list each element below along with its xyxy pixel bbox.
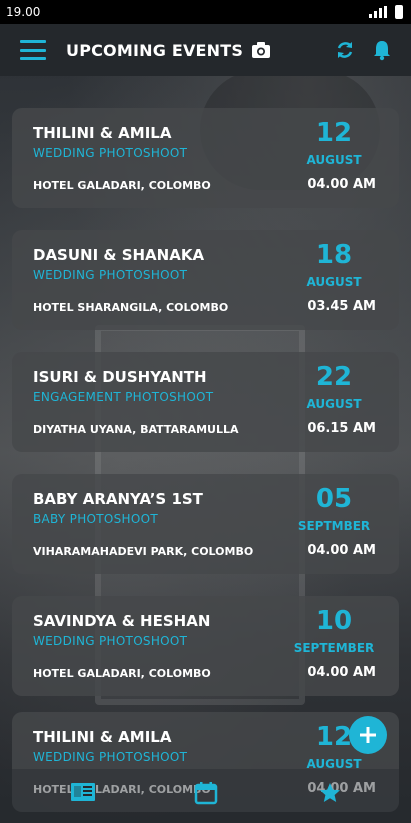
event-time: 06.15 AM [307, 421, 376, 436]
battery-icon [395, 5, 403, 19]
camera-icon [252, 42, 271, 58]
event-type: WEDDING PHOTOSHOOT [33, 634, 188, 648]
bottom-nav [0, 769, 411, 823]
event-venue: HOTEL SHARANGILA, COLOMBO [33, 301, 229, 314]
event-venue: HOTEL GALADARI, COLOMBO [33, 667, 211, 680]
event-day: 12 [315, 118, 353, 148]
app-bar: UPCOMING EVENTS [0, 24, 411, 76]
star-icon [320, 783, 340, 802]
event-card[interactable]: BABY ARANYA’S 1ST BABY PHOTOSHOOT VIHARA… [12, 474, 399, 574]
screen: 19.00 UPCOMING EVENTS THILINI & AMILA WE… [0, 0, 411, 823]
event-month: AUGUST [306, 275, 362, 289]
page-title: UPCOMING EVENTS [66, 40, 244, 60]
add-icon [360, 727, 376, 743]
event-time: 03.45 AM [307, 299, 376, 314]
event-type: ENGAGEMENT PHOTOSHOOT [33, 390, 214, 404]
event-names: BABY ARANYA’S 1ST [33, 490, 203, 508]
menu-icon[interactable] [20, 40, 46, 60]
event-names: SAVINDYA & HESHAN [33, 612, 211, 630]
event-names: DASUNI & SHANAKA [33, 246, 205, 264]
add-event-button[interactable] [349, 716, 387, 754]
event-day: 22 [315, 362, 353, 392]
event-day: 05 [315, 484, 353, 514]
nav-favorites[interactable] [318, 781, 342, 809]
event-type: BABY PHOTOSHOOT [33, 512, 159, 526]
event-venue: VIHARAMAHADEVI PARK, COLOMBO [33, 545, 254, 558]
event-month: AUGUST [306, 153, 362, 167]
event-type: WEDDING PHOTOSHOOT [33, 750, 188, 764]
status-bar: 19.00 [0, 0, 411, 24]
event-time: 04.00 AM [307, 543, 376, 558]
nav-calendar[interactable] [194, 781, 218, 809]
event-names: THILINI & AMILA [33, 728, 172, 746]
event-names: ISURI & DUSHYANTH [33, 368, 207, 386]
status-time: 19.00 [6, 5, 41, 19]
event-names: THILINI & AMILA [33, 124, 172, 142]
event-venue: DIYATHA UYANA, BATTARAMULLA [33, 423, 239, 436]
event-day: 10 [315, 606, 353, 636]
status-indicators [369, 5, 403, 19]
event-card[interactable]: ISURI & DUSHYANTH ENGAGEMENT PHOTOSHOOT … [12, 352, 399, 452]
event-card[interactable]: THILINI & AMILA WEDDING PHOTOSHOOT HOTEL… [12, 108, 399, 208]
event-month: SEPTMBER [297, 519, 371, 533]
event-venue: HOTEL GALADARI, COLOMBO [33, 179, 211, 192]
event-time: 04.00 AM [307, 177, 376, 192]
event-card[interactable]: SAVINDYA & HESHAN WEDDING PHOTOSHOOT HOT… [12, 596, 399, 696]
refresh-icon[interactable] [335, 39, 355, 61]
calendar-icon [194, 782, 218, 805]
event-month: SEPTEMBER [293, 641, 375, 655]
nav-events[interactable] [70, 781, 96, 807]
event-type: WEDDING PHOTOSHOOT [33, 268, 188, 282]
event-type: WEDDING PHOTOSHOOT [33, 146, 188, 160]
app-bar-actions [335, 39, 391, 61]
event-month: AUGUST [306, 397, 362, 411]
list-icon [71, 783, 95, 801]
event-day: 18 [315, 240, 353, 270]
signal-icon [369, 6, 387, 18]
event-card[interactable]: DASUNI & SHANAKA WEDDING PHOTOSHOOT HOTE… [12, 230, 399, 330]
event-time: 04.00 AM [307, 665, 376, 680]
bell-icon[interactable] [373, 39, 391, 61]
